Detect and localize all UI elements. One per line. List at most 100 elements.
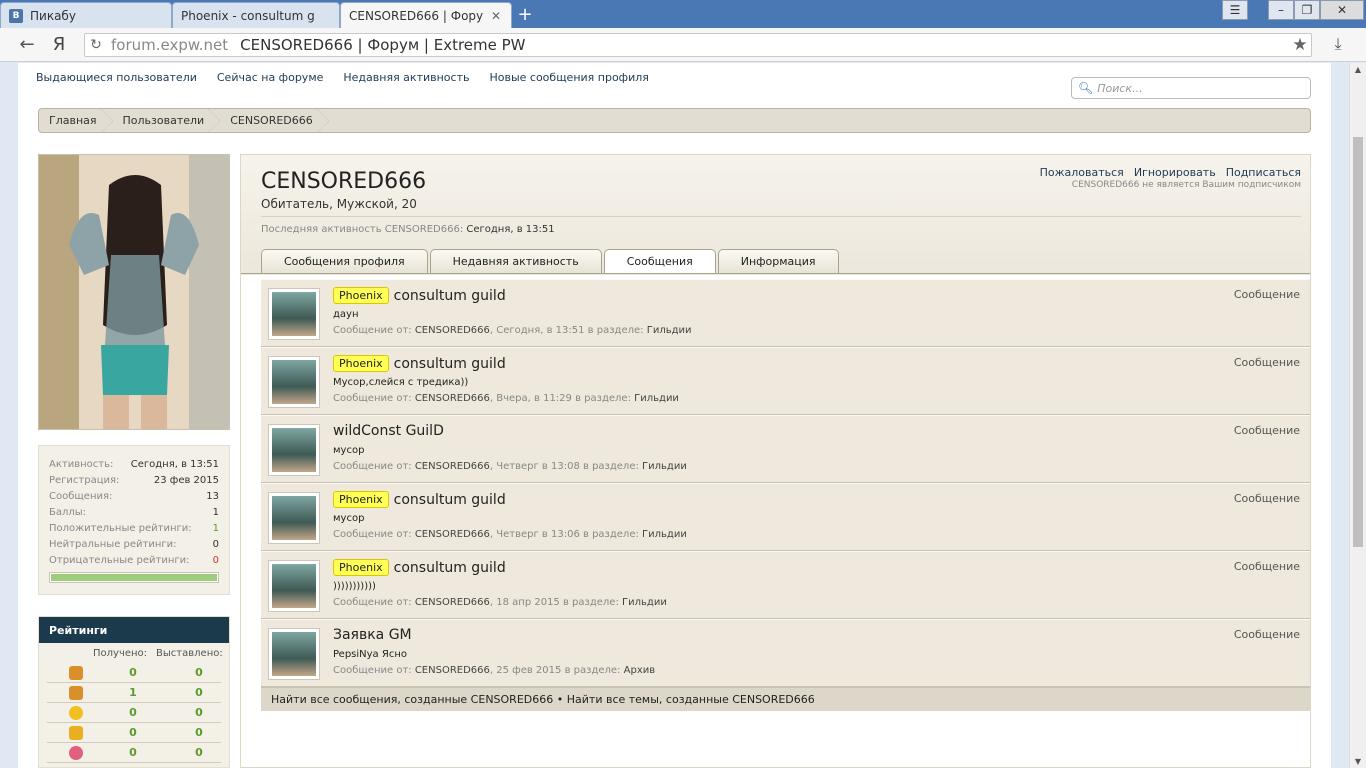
- scrollbar-thumb[interactable]: [1353, 137, 1363, 547]
- address-page-title: CENSORED666 | Форум | Extreme PW: [240, 36, 526, 54]
- post-snippet: даун: [333, 309, 359, 320]
- post-snippet: мусор: [333, 445, 365, 456]
- thumbs-up-icon: [69, 665, 83, 680]
- breadcrumb-home[interactable]: Главная: [39, 109, 113, 132]
- stat-row: Регистрация: 23 фев 2015: [49, 474, 219, 486]
- search-placeholder: Поиск...: [1097, 81, 1143, 95]
- stat-row: Сообщения: 13: [49, 490, 219, 502]
- forum-page: Выдающиеся пользователи Сейчас на форуме…: [18, 63, 1331, 768]
- close-window-icon[interactable]: ✕: [1320, 0, 1364, 20]
- post-avatar[interactable]: [268, 356, 320, 408]
- scroll-up-icon[interactable]: ▲: [1350, 65, 1366, 74]
- subnav-new-profile-posts[interactable]: Новые сообщения профиля: [489, 71, 648, 84]
- post-avatar[interactable]: [268, 560, 320, 612]
- browser-tab-active[interactable]: CENSORED666 | Фору ✕: [340, 2, 512, 28]
- search-icon: 🔍︎: [1078, 81, 1094, 95]
- post-snippet: PepsiNya Ясно: [333, 649, 407, 660]
- post-title[interactable]: Phoenix consultum guild: [333, 491, 506, 508]
- thread-prefix: Phoenix: [333, 491, 389, 508]
- post-meta: Сообщение от: CENSORED666, Четверг в 13:…: [333, 529, 687, 540]
- browser-tab-bar: В Пикабу Phoenix - consultum g CENSORED6…: [0, 0, 1366, 28]
- profile-header: CENSORED666 Обитатель, Мужской, 20 Пожал…: [241, 155, 1310, 275]
- profile-actions: Пожаловаться Игнорировать Подписаться: [1030, 166, 1301, 179]
- stat-row: Баллы: 1: [49, 506, 219, 518]
- scroll-down-icon[interactable]: ▼: [1350, 757, 1366, 766]
- post-title[interactable]: Phoenix consultum guild: [333, 355, 506, 372]
- reputation-bar-fill: [51, 574, 217, 581]
- post-title[interactable]: Phoenix consultum guild: [333, 287, 506, 304]
- profile-username: CENSORED666: [261, 169, 427, 194]
- download-icon[interactable]: ⤓: [1326, 34, 1350, 56]
- stat-row: Активность: Сегодня, в 13:51: [49, 458, 219, 470]
- search-input[interactable]: 🔍︎ Поиск...: [1071, 77, 1311, 99]
- reputation-bar: [49, 572, 219, 583]
- post-avatar[interactable]: [268, 288, 320, 340]
- rating-row-heart: 0 0: [47, 743, 221, 763]
- browser-tab-phoenix[interactable]: Phoenix - consultum g: [172, 2, 340, 28]
- ratings-panel: Рейтинги Получено: Выставлено: 0 0 1 0 0…: [38, 616, 230, 768]
- profile-tabs: Сообщения профиля Недавняя активность Со…: [261, 249, 841, 273]
- find-all-posts-link[interactable]: Найти все сообщения, созданные CENSORED6…: [271, 693, 553, 706]
- post-type: Сообщение: [1233, 560, 1300, 573]
- ratings-columns: Получено: Выставлено:: [93, 647, 223, 659]
- post-title[interactable]: Заявка GM: [333, 627, 412, 643]
- page-scrollbar[interactable]: ▲ ▼: [1349, 63, 1366, 768]
- post-avatar[interactable]: [268, 424, 320, 476]
- bookmark-star-icon[interactable]: ★: [1289, 35, 1311, 55]
- post-meta: Сообщение от: CENSORED666, 25 фев 2015 в…: [333, 665, 656, 676]
- tab-recent-activity[interactable]: Недавняя активность: [429, 249, 602, 273]
- post-avatar[interactable]: [268, 628, 320, 680]
- follow-link[interactable]: Подписаться: [1226, 166, 1301, 179]
- post-title[interactable]: Phoenix consultum guild: [333, 559, 506, 576]
- ratings-title: Рейтинги: [39, 617, 229, 643]
- browser-tab-pikabu[interactable]: В Пикабу: [0, 2, 172, 28]
- list-item: Phoenix consultum guild мусор Сообщение …: [261, 483, 1310, 551]
- profile-main-panel: CENSORED666 Обитатель, Мужской, 20 Пожал…: [240, 154, 1311, 768]
- tab-profile-posts[interactable]: Сообщения профиля: [261, 249, 428, 273]
- find-all-threads-link[interactable]: Найти все темы, созданные CENSORED666: [567, 693, 815, 706]
- subnav-online-now[interactable]: Сейчас на форуме: [217, 71, 324, 84]
- back-arrow-icon[interactable]: ←: [16, 34, 38, 56]
- follow-status: CENSORED666 не является Вашим подписчико…: [1071, 180, 1301, 190]
- post-avatar[interactable]: [268, 492, 320, 544]
- menu-icon[interactable]: ☰: [1222, 0, 1248, 20]
- post-meta: Сообщение от: CENSORED666, 18 апр 2015 в…: [333, 597, 667, 608]
- post-snippet: мусор: [333, 513, 365, 524]
- list-item: Phoenix consultum guild ))))))))))) Сооб…: [261, 551, 1310, 619]
- list-item: Заявка GM PepsiNya Ясно Сообщение от: CE…: [261, 619, 1310, 687]
- rating-row-dislike: 1 0: [47, 683, 221, 703]
- list-item: Phoenix consultum guild Мусор,слейся с т…: [261, 347, 1310, 415]
- report-link[interactable]: Пожаловаться: [1040, 166, 1124, 179]
- reload-icon[interactable]: ↻: [85, 37, 107, 53]
- profile-avatar[interactable]: [38, 154, 230, 430]
- tab-information[interactable]: Информация: [717, 249, 839, 273]
- list-item: wildConst GuilD мусор Сообщение от: CENS…: [261, 415, 1310, 483]
- ignore-link[interactable]: Игнорировать: [1134, 166, 1216, 179]
- address-bar[interactable]: ↻ forum.expw.net CENSORED666 | Форум | E…: [84, 33, 1312, 57]
- address-domain: forum.expw.net: [111, 36, 229, 54]
- yandex-logo-icon[interactable]: Я: [48, 34, 70, 56]
- thread-prefix: Phoenix: [333, 355, 389, 372]
- browser-toolbar: ← Я ↻ forum.expw.net CENSORED666 | Форум…: [0, 28, 1366, 62]
- post-title[interactable]: wildConst GuilD: [333, 423, 444, 439]
- breadcrumb-current-user[interactable]: CENSORED666: [220, 109, 329, 132]
- rating-row-funny: 0 0: [47, 703, 221, 723]
- close-tab-icon[interactable]: ✕: [489, 9, 503, 23]
- post-snippet: ))))))))))): [333, 581, 376, 592]
- star-icon: [69, 725, 83, 740]
- tab-postings[interactable]: Сообщения: [603, 249, 716, 273]
- stat-row: Положительные рейтинги: 1: [49, 522, 219, 534]
- breadcrumb: Главная Пользователи CENSORED666: [38, 108, 1311, 133]
- smiley-icon: [69, 705, 83, 720]
- new-tab-button[interactable]: +: [512, 5, 538, 25]
- minimize-icon[interactable]: –: [1268, 0, 1294, 20]
- list-item: Phoenix consultum guild даун Сообщение о…: [261, 279, 1310, 347]
- subnav-recent-activity[interactable]: Недавняя активность: [343, 71, 469, 84]
- thumbs-down-icon: [69, 685, 83, 700]
- post-type: Сообщение: [1233, 288, 1300, 301]
- avatar-image: [39, 155, 229, 429]
- breadcrumb-members[interactable]: Пользователи: [113, 109, 221, 132]
- postings-list: Phoenix consultum guild даун Сообщение о…: [261, 279, 1310, 687]
- restore-icon[interactable]: ❐: [1294, 0, 1320, 20]
- subnav-notable-members[interactable]: Выдающиеся пользователи: [36, 71, 197, 84]
